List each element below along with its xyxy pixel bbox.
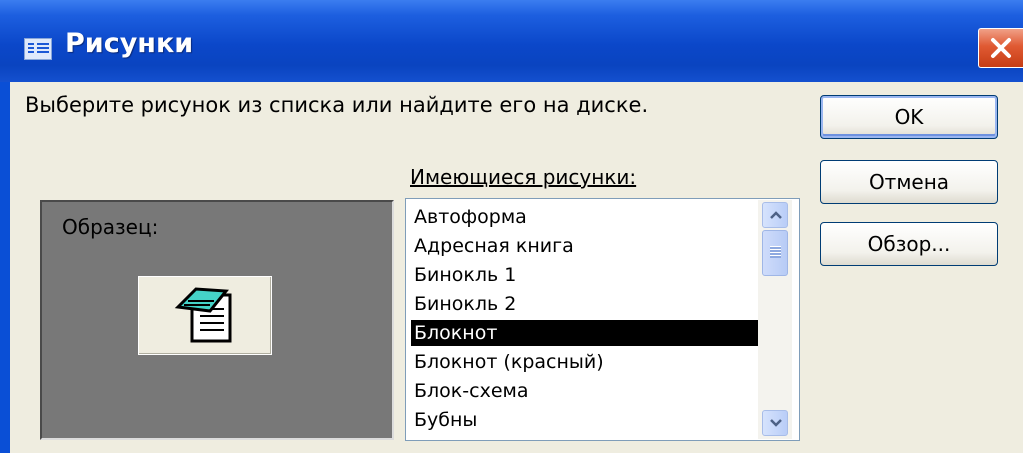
instruction-text: Выберите рисунок из списка или найдите е… [25, 93, 649, 117]
list-item[interactable]: Блокнот (красный) [411, 349, 759, 375]
grip-icon [770, 246, 781, 258]
list-item[interactable]: Бубны [411, 407, 759, 433]
available-pictures-label: Имеющиеся рисунки: [410, 165, 636, 189]
title-bar[interactable]: Рисунки [0, 0, 1023, 82]
sample-image-frame [138, 276, 272, 355]
browse-label: Обзор... [867, 232, 951, 256]
close-button[interactable] [978, 28, 1023, 68]
list-item-selected[interactable]: Блокнот [411, 320, 759, 346]
scroll-thumb[interactable] [762, 230, 788, 276]
chevron-up-icon [770, 211, 782, 219]
list-item[interactable]: Адресная книга [411, 233, 759, 259]
list-item[interactable]: Бинокль 1 [411, 262, 759, 288]
sample-label: Образец: [62, 215, 159, 239]
list-item[interactable]: Блок-схема [411, 378, 759, 404]
close-icon [991, 38, 1011, 58]
notepad-icon [174, 287, 232, 343]
list-item[interactable]: Автоформа [411, 204, 759, 230]
list-item[interactable]: Бинокль 2 [411, 291, 759, 317]
available-pictures-label-text: Имеющиеся рисунки: [410, 165, 637, 189]
ok-button[interactable]: OK [820, 95, 998, 139]
scroll-down-button[interactable] [762, 410, 788, 436]
chevron-down-icon [770, 419, 782, 427]
browse-button[interactable]: Обзор... [820, 222, 998, 266]
list-scrollbar[interactable] [758, 200, 792, 439]
window-title: Рисунки [65, 28, 194, 59]
pictures-listbox[interactable]: Автоформа Адресная книга Бинокль 1 Бинок… [405, 198, 800, 441]
sample-preview: Образец: [40, 200, 394, 440]
cancel-button[interactable]: Отмена [820, 160, 998, 204]
form-icon [24, 38, 52, 60]
picture-dialog: Рисунки Выберите рисунок из списка или н… [0, 0, 1023, 453]
scroll-up-button[interactable] [762, 202, 788, 228]
